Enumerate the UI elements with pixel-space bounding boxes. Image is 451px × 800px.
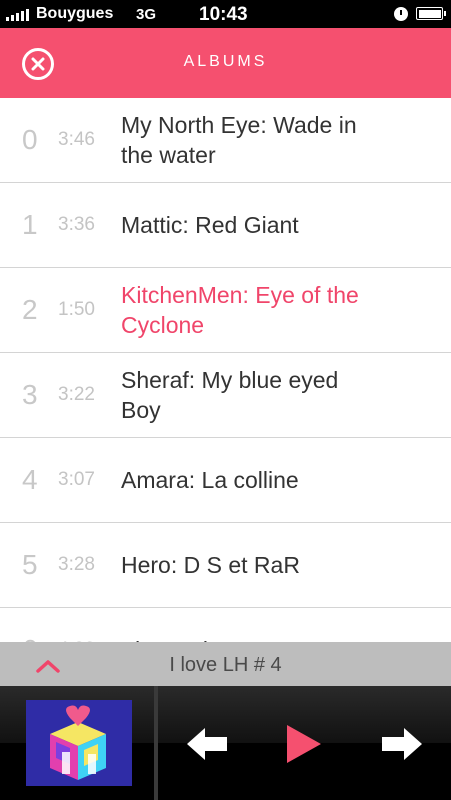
track-duration: 3:22 (58, 384, 95, 405)
album-cover-graphic (26, 700, 132, 786)
status-bar: Bouygues 3G 10:43 (0, 0, 451, 28)
track-duration: 3:07 (58, 469, 95, 490)
track-duration: 3:46 (58, 129, 95, 150)
track-row[interactable]: 1 3:36 Mattic: Red Giant (0, 183, 451, 268)
track-number: 3 (22, 379, 38, 410)
play-icon (287, 725, 321, 763)
track-title: Amara: La colline (121, 467, 299, 493)
track-row[interactable]: 3 3:22 Sheraf: My blue eyed Boy (0, 353, 451, 438)
track-row[interactable]: 5 3:28 Hero: D S et RaR (0, 523, 451, 608)
track-title: My North Eye: Wade in the water (121, 112, 357, 168)
track-duration: 3:28 (58, 554, 95, 575)
network-type: 3G (136, 6, 157, 23)
track-list[interactable]: 0 3:46 My North Eye: Wade in the water 1 3:3… (0, 98, 451, 642)
track-duration: 1:50 (58, 299, 95, 320)
battery-icon (416, 7, 446, 20)
track-title: The Nation's (121, 635, 371, 642)
track-number: 1 (22, 209, 38, 240)
track-row[interactable]: 2 1:50 KitchenMen: Eye of the Cyclone (0, 268, 451, 353)
now-playing-bar[interactable]: I love LH # 4 (0, 642, 451, 686)
now-playing-title: I love LH # 4 (169, 654, 282, 676)
header: ALBUMS (0, 28, 451, 98)
album-art[interactable] (26, 700, 132, 786)
track-title: Hero: D S et RaR (121, 552, 300, 578)
player-controls (0, 686, 451, 800)
next-button[interactable] (380, 726, 424, 762)
track-row[interactable]: 4 3:07 Amara: La colline (0, 438, 451, 523)
track-duration: 3:36 (58, 214, 95, 235)
signal-strength-icon (6, 9, 29, 21)
carrier-name: Bouygues (36, 5, 114, 22)
arrow-left-icon (187, 728, 227, 760)
track-number: 6 (22, 634, 42, 642)
track-number: 4 (22, 464, 38, 495)
track-number: 5 (22, 549, 38, 580)
arrow-right-icon (382, 728, 422, 760)
track-title: Sheraf: My blue eyed Boy (121, 367, 339, 423)
previous-button[interactable] (185, 726, 229, 762)
track-number: 2 (22, 294, 38, 325)
play-button[interactable] (285, 723, 323, 765)
track-row[interactable]: 0 3:46 My North Eye: Wade in the water (0, 98, 451, 183)
track-title: Mattic: Red Giant (121, 212, 299, 238)
status-time: 10:43 (199, 4, 248, 25)
track-row[interactable]: 64:02The Nation's (0, 608, 451, 642)
track-number: 0 (22, 124, 38, 155)
controls-divider (154, 686, 158, 800)
alarm-clock-icon (394, 7, 408, 21)
page-title: ALBUMS (183, 53, 268, 70)
track-title: KitchenMen: Eye of the Cyclone (121, 282, 359, 338)
